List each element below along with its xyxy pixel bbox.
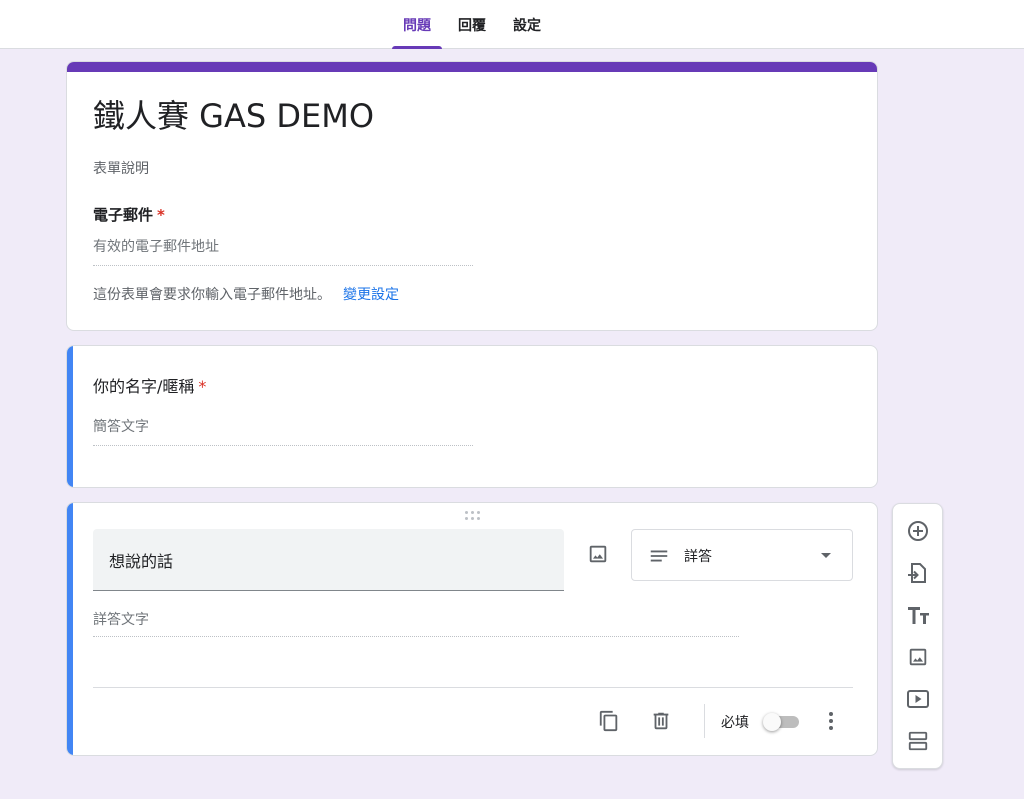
question-title-input[interactable]: 想說的話	[93, 529, 564, 591]
question-type-dropdown[interactable]: 詳答	[631, 529, 853, 581]
tab-settings-label: 設定	[513, 17, 541, 34]
card-footer-divider	[93, 687, 853, 688]
add-section-icon	[908, 731, 928, 751]
paragraph-icon	[650, 550, 668, 562]
tab-questions-label: 問題	[403, 17, 431, 34]
active-tab-indicator	[392, 46, 442, 49]
theme-color-band	[67, 62, 877, 72]
footer-separator	[704, 704, 705, 738]
active-question-accent-bar	[67, 503, 73, 755]
paragraph-answer-placeholder: 詳答文字	[93, 609, 739, 637]
add-question-icon	[908, 521, 928, 541]
required-toggle[interactable]	[763, 713, 801, 731]
question-accent-bar	[67, 346, 73, 487]
top-tab-bar: 問題 回覆 設定	[0, 0, 1024, 49]
more-options-button[interactable]	[819, 707, 843, 735]
floating-toolbar	[892, 503, 943, 769]
tab-responses-label: 回覆	[458, 17, 486, 34]
form-title[interactable]: 鐵人賽 GAS DEMO	[93, 96, 374, 136]
add-image-tool-button[interactable]	[905, 644, 931, 670]
email-question-label: 電子郵件	[93, 206, 154, 224]
tab-settings[interactable]: 設定	[505, 0, 549, 49]
form-description[interactable]: 表單說明	[93, 158, 149, 178]
add-image-icon	[909, 648, 927, 666]
toggle-knob	[763, 713, 781, 731]
required-asterisk: *	[198, 377, 207, 396]
trash-icon	[653, 712, 669, 730]
add-section-button[interactable]	[905, 728, 931, 754]
required-label: 必填	[721, 715, 749, 731]
question-card-name[interactable]: 你的名字/暱稱 * 簡答文字	[66, 345, 878, 488]
import-questions-icon	[908, 563, 926, 583]
add-video-icon	[907, 690, 929, 708]
question-type-label: 詳答	[684, 549, 712, 565]
import-questions-button[interactable]	[905, 560, 931, 586]
image-icon	[589, 545, 607, 563]
tab-questions[interactable]: 問題	[392, 0, 442, 49]
add-question-button[interactable]	[905, 518, 931, 544]
name-question-label: 你的名字/暱稱	[93, 377, 195, 396]
add-title-button[interactable]	[905, 602, 931, 628]
delete-button[interactable]	[647, 707, 675, 735]
add-image-button[interactable]	[583, 539, 613, 569]
email-note-text: 這份表單會要求你輸入電子郵件地址。	[93, 287, 331, 303]
name-question-title: 你的名字/暱稱 *	[93, 373, 206, 397]
short-answer-placeholder: 簡答文字	[93, 416, 473, 446]
tab-responses[interactable]: 回覆	[449, 0, 495, 49]
add-video-button[interactable]	[905, 686, 931, 712]
email-collection-note: 這份表單會要求你輸入電子郵件地址。 變更設定	[93, 284, 399, 304]
form-header-card[interactable]: 鐵人賽 GAS DEMO 表單說明 電子郵件 * 有效的電子郵件地址 這份表單會要…	[66, 61, 878, 331]
email-question-title: 電子郵件 *	[93, 204, 165, 225]
question-title-text: 想說的話	[109, 551, 174, 571]
chevron-down-icon	[821, 553, 831, 558]
more-vert-icon	[829, 712, 833, 730]
add-title-icon	[908, 607, 929, 624]
required-asterisk: *	[157, 206, 165, 224]
email-answer-placeholder: 有效的電子郵件地址	[93, 236, 473, 266]
drag-handle-icon[interactable]	[465, 511, 481, 521]
duplicate-button[interactable]	[595, 707, 623, 735]
question-card-active[interactable]: 想說的話 詳答 詳答文字 必填	[66, 502, 878, 756]
copy-icon	[599, 710, 618, 732]
change-settings-link[interactable]: 變更設定	[343, 287, 399, 303]
